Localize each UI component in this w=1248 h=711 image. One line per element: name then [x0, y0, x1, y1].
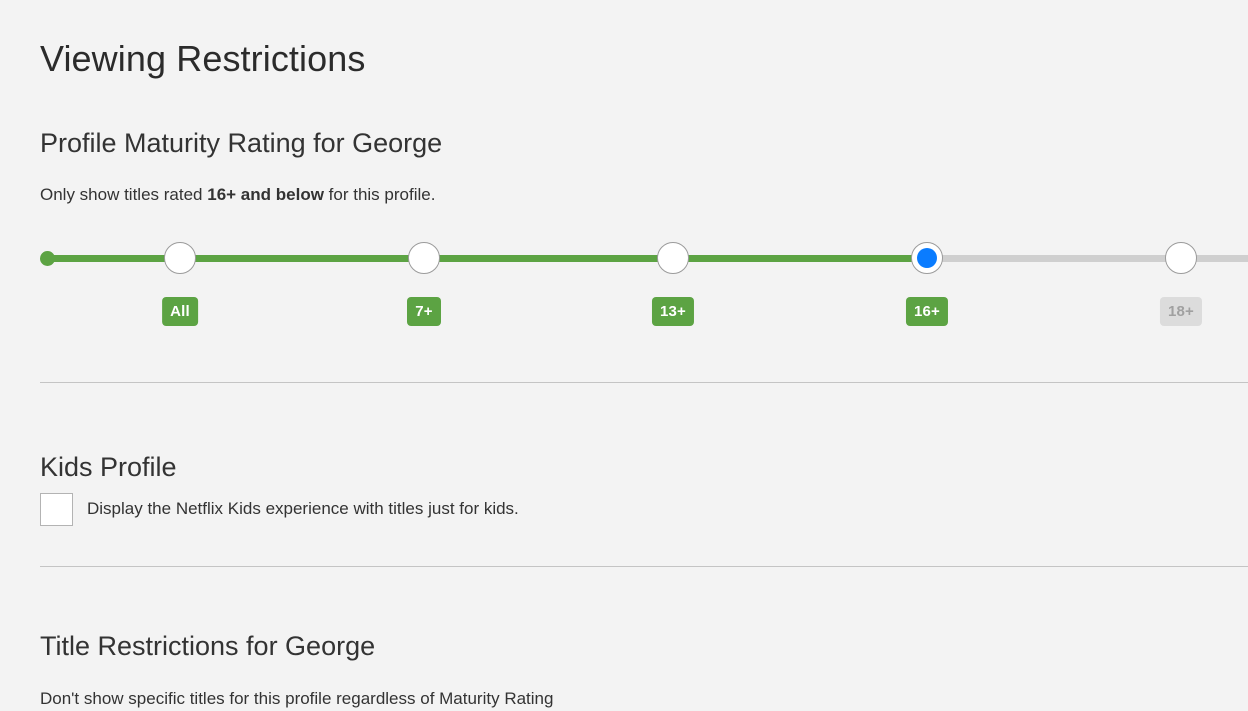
maturity-desc-value: 16+ and below [207, 185, 324, 204]
slider-start-dot [40, 251, 55, 266]
rating-badge-all[interactable]: All [162, 297, 198, 326]
divider-after-maturity [40, 382, 1248, 383]
title-restrictions-heading: Title Restrictions for George [40, 631, 376, 662]
slider-selected-dot [917, 248, 937, 268]
kids-profile-checkbox-label[interactable]: Display the Netflix Kids experience with… [87, 497, 519, 521]
rating-badge-18plus: 18+ [1159, 297, 1203, 326]
maturity-rating-slider[interactable]: All 7+ 13+ 16+ 18+ [0, 230, 1248, 330]
rating-badge-16plus[interactable]: 16+ [905, 297, 949, 326]
viewing-restrictions-page: Viewing Restrictions Profile Maturity Ra… [0, 0, 1248, 708]
title-restrictions-description: Don't show specific titles for this prof… [40, 689, 554, 708]
maturity-desc-prefix: Only show titles rated [40, 185, 208, 204]
slider-thumb-all[interactable] [164, 242, 196, 274]
slider-thumb-16plus[interactable] [911, 242, 943, 274]
kids-profile-heading: Kids Profile [40, 452, 177, 483]
kids-profile-checkbox[interactable] [40, 492, 73, 526]
maturity-rating-description: Only show titles rated 16+ and below for… [40, 183, 435, 207]
maturity-rating-heading: Profile Maturity Rating for George [40, 128, 443, 159]
page-title: Viewing Restrictions [40, 38, 366, 80]
divider-after-kids [40, 566, 1248, 567]
slider-thumb-18plus[interactable] [1165, 242, 1197, 274]
maturity-desc-suffix: for this profile. [323, 185, 436, 204]
kids-profile-checkbox-row[interactable]: Display the Netflix Kids experience with… [40, 492, 519, 526]
slider-thumb-7plus[interactable] [408, 242, 440, 274]
rating-badge-7plus[interactable]: 7+ [407, 297, 441, 326]
slider-thumb-13plus[interactable] [657, 242, 689, 274]
rating-badge-13plus[interactable]: 13+ [651, 297, 695, 326]
